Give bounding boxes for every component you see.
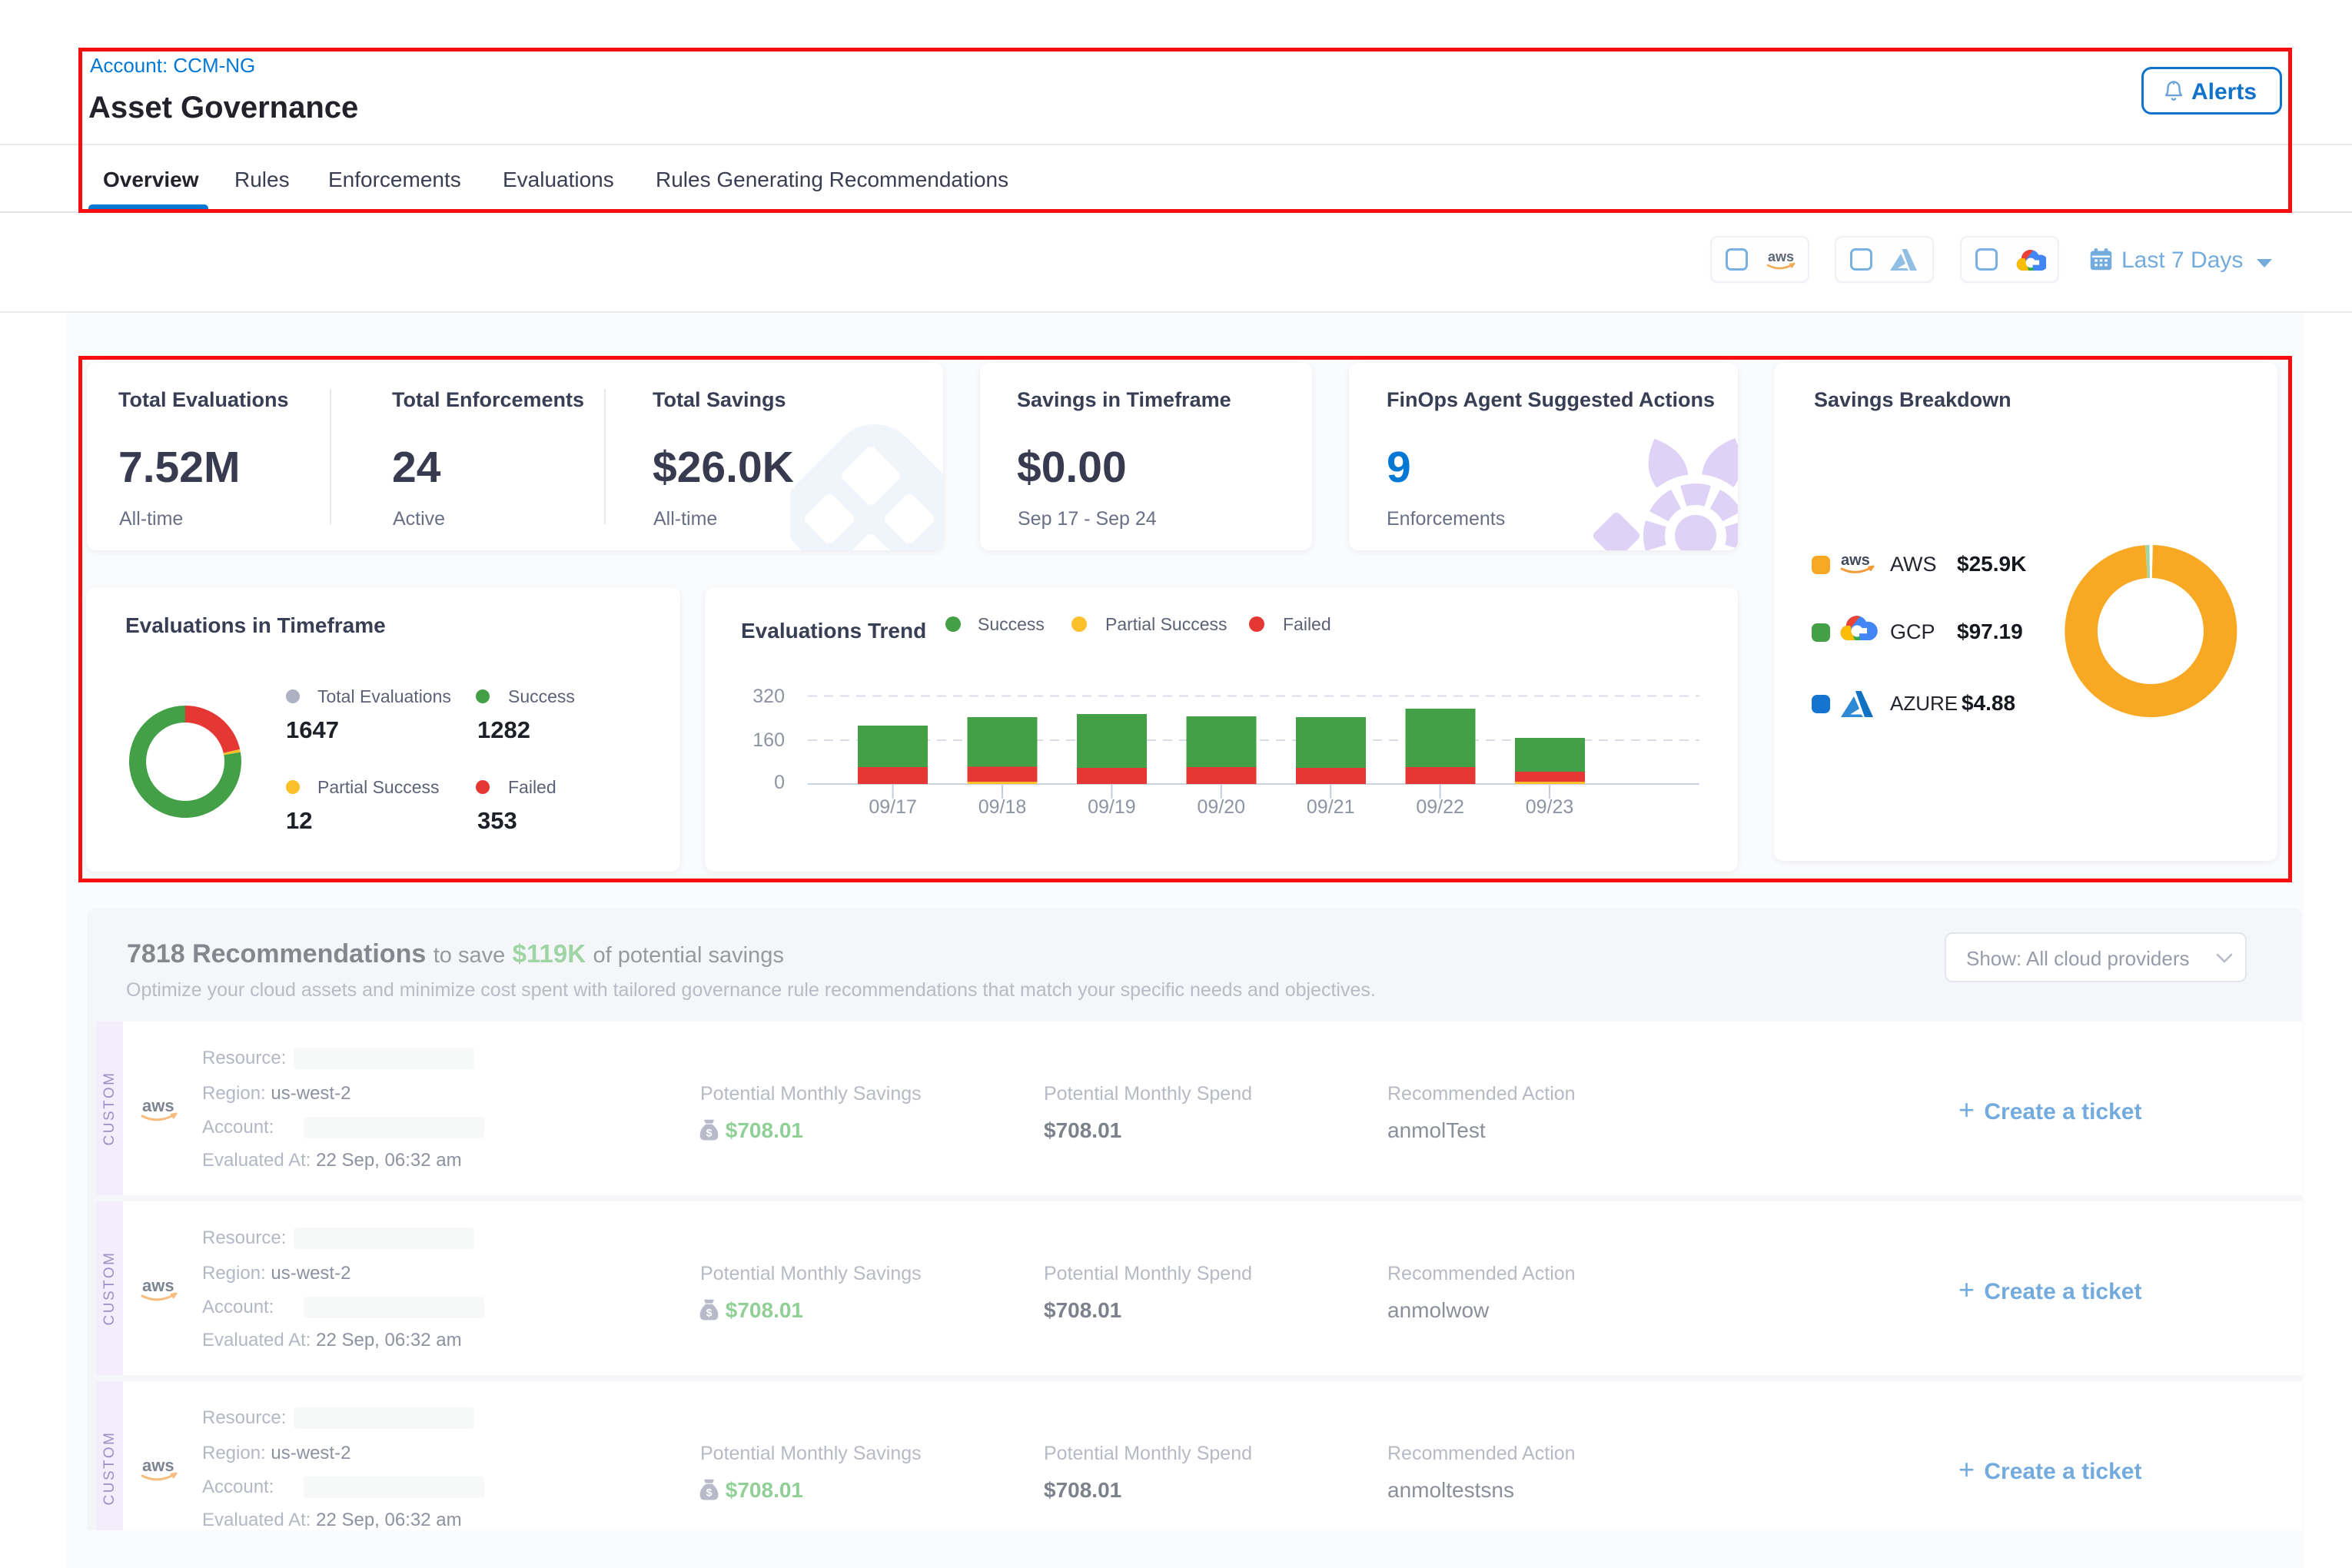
svg-text:aws: aws	[142, 1096, 174, 1115]
svg-text:aws: aws	[1768, 249, 1794, 264]
svg-text:aws: aws	[142, 1276, 174, 1295]
svg-text:aws: aws	[142, 1456, 174, 1475]
svg-text:$: $	[706, 1126, 713, 1138]
svg-text:$: $	[706, 1306, 713, 1318]
svg-text:$: $	[706, 1486, 713, 1498]
